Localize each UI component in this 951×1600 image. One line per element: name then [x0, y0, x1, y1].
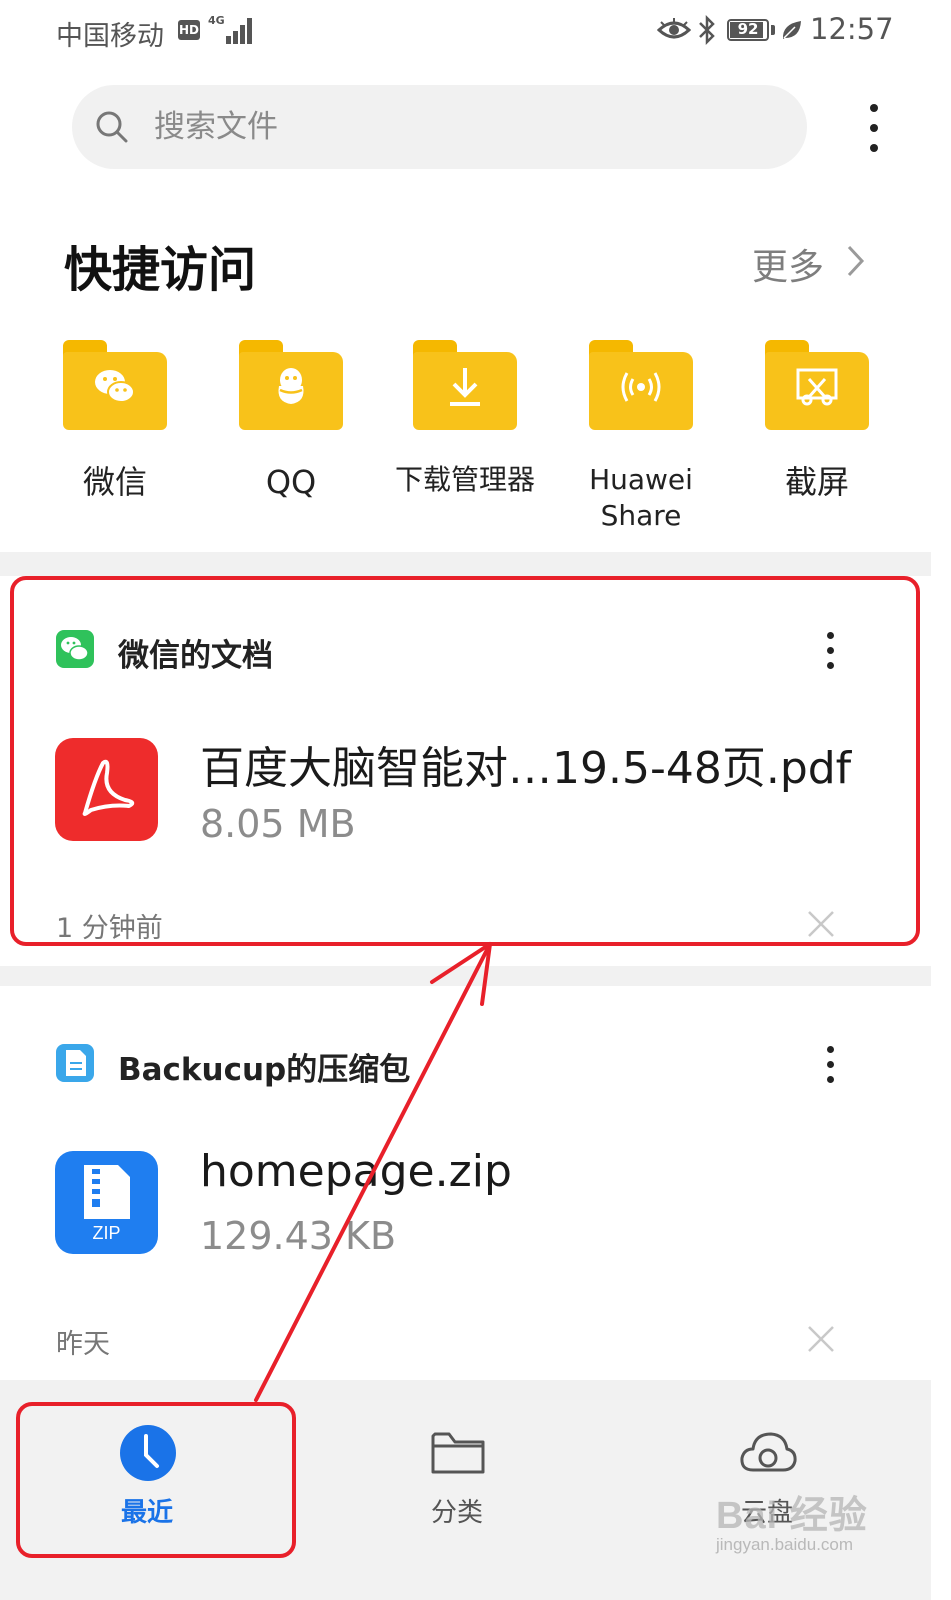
power-saving-leaf-icon [782, 21, 801, 39]
wechat-icon [95, 370, 135, 403]
file-time: 昨天 [56, 1329, 110, 1360]
folder-icon [63, 340, 167, 430]
folder-icon [413, 340, 517, 430]
quick-access-label: 微信 [82, 463, 147, 501]
nav-label: 分类 [430, 1498, 483, 1528]
screenshot-icon [796, 368, 838, 406]
search-bar[interactable]: 搜索文件 [72, 85, 807, 169]
quick-access-more-link[interactable]: 更多 [752, 238, 824, 290]
wireless-share-icon [621, 372, 661, 402]
status-time: 12:57 [810, 12, 894, 46]
quick-access-label: QQ [265, 463, 317, 501]
quick-access-label: 截屏 [784, 463, 849, 501]
signal-icon [222, 16, 256, 44]
quick-access-screenshot[interactable]: 截屏 [742, 340, 892, 540]
quick-access-download-manager[interactable]: 下载管理器 [390, 340, 540, 540]
annotation-highlight-card [10, 576, 920, 946]
watermark-url: jingyan.baidu.com [716, 1535, 854, 1554]
carrier-name: 中国移动 [56, 21, 164, 52]
quick-access-huawei-share[interactable]: Huawei Share [566, 340, 716, 540]
eye-icon [657, 18, 691, 39]
folder-icon [589, 340, 693, 430]
quick-access-qq[interactable]: QQ [216, 340, 366, 540]
folder-icon [431, 1432, 485, 1474]
folder-icon [765, 340, 869, 430]
quick-access-title: 快捷访问 [64, 242, 257, 298]
section-divider [0, 966, 931, 986]
file-name[interactable]: homepage.zip [200, 1146, 512, 1197]
zip-file-glyph [84, 1165, 130, 1219]
search-input[interactable]: 搜索文件 [154, 85, 278, 169]
recent-file-card[interactable]: Backucup的压缩包 ZIP homepage.zip 129.43 KB … [0, 986, 931, 1380]
battery-tip [771, 25, 775, 35]
more-options-icon[interactable] [858, 100, 890, 156]
zip-icon-label: ZIP [92, 1223, 121, 1243]
folder-icon [239, 340, 343, 430]
chevron-right-icon[interactable] [845, 243, 867, 279]
battery-percent: 92 [737, 20, 759, 38]
cloud-icon [740, 1432, 797, 1472]
download-icon [450, 368, 480, 406]
baidu-jingyan-watermark: Bai 经验 jingyan.baidu.com [716, 1484, 896, 1555]
zip-icon: ZIP [55, 1151, 158, 1254]
close-icon[interactable] [806, 1324, 836, 1354]
quick-access-wechat[interactable]: 微信 [40, 340, 190, 540]
quick-access-label: Huawei Share [589, 463, 693, 532]
bluetooth-icon [699, 14, 715, 46]
battery-icon: 92 [727, 19, 769, 41]
watermark-logo: Bai 经验 [716, 1495, 868, 1537]
document-icon [56, 1044, 94, 1082]
file-size: 129.43 KB [200, 1214, 397, 1258]
status-bar: 中国移动 HD 4G 92 12:57 [0, 0, 951, 64]
annotation-highlight-nav [16, 1402, 296, 1558]
qq-penguin-icon [278, 368, 304, 404]
quick-access-label: 下载管理器 [394, 463, 535, 496]
search-icon [96, 111, 128, 143]
more-options-icon[interactable] [815, 1042, 847, 1088]
hd-badge: HD [178, 20, 200, 40]
section-divider [0, 1380, 931, 1400]
section-divider [0, 552, 931, 576]
nav-categories[interactable]: 分类 [357, 1420, 557, 1540]
card-source-title: Backucup的压缩包 [118, 1052, 411, 1088]
